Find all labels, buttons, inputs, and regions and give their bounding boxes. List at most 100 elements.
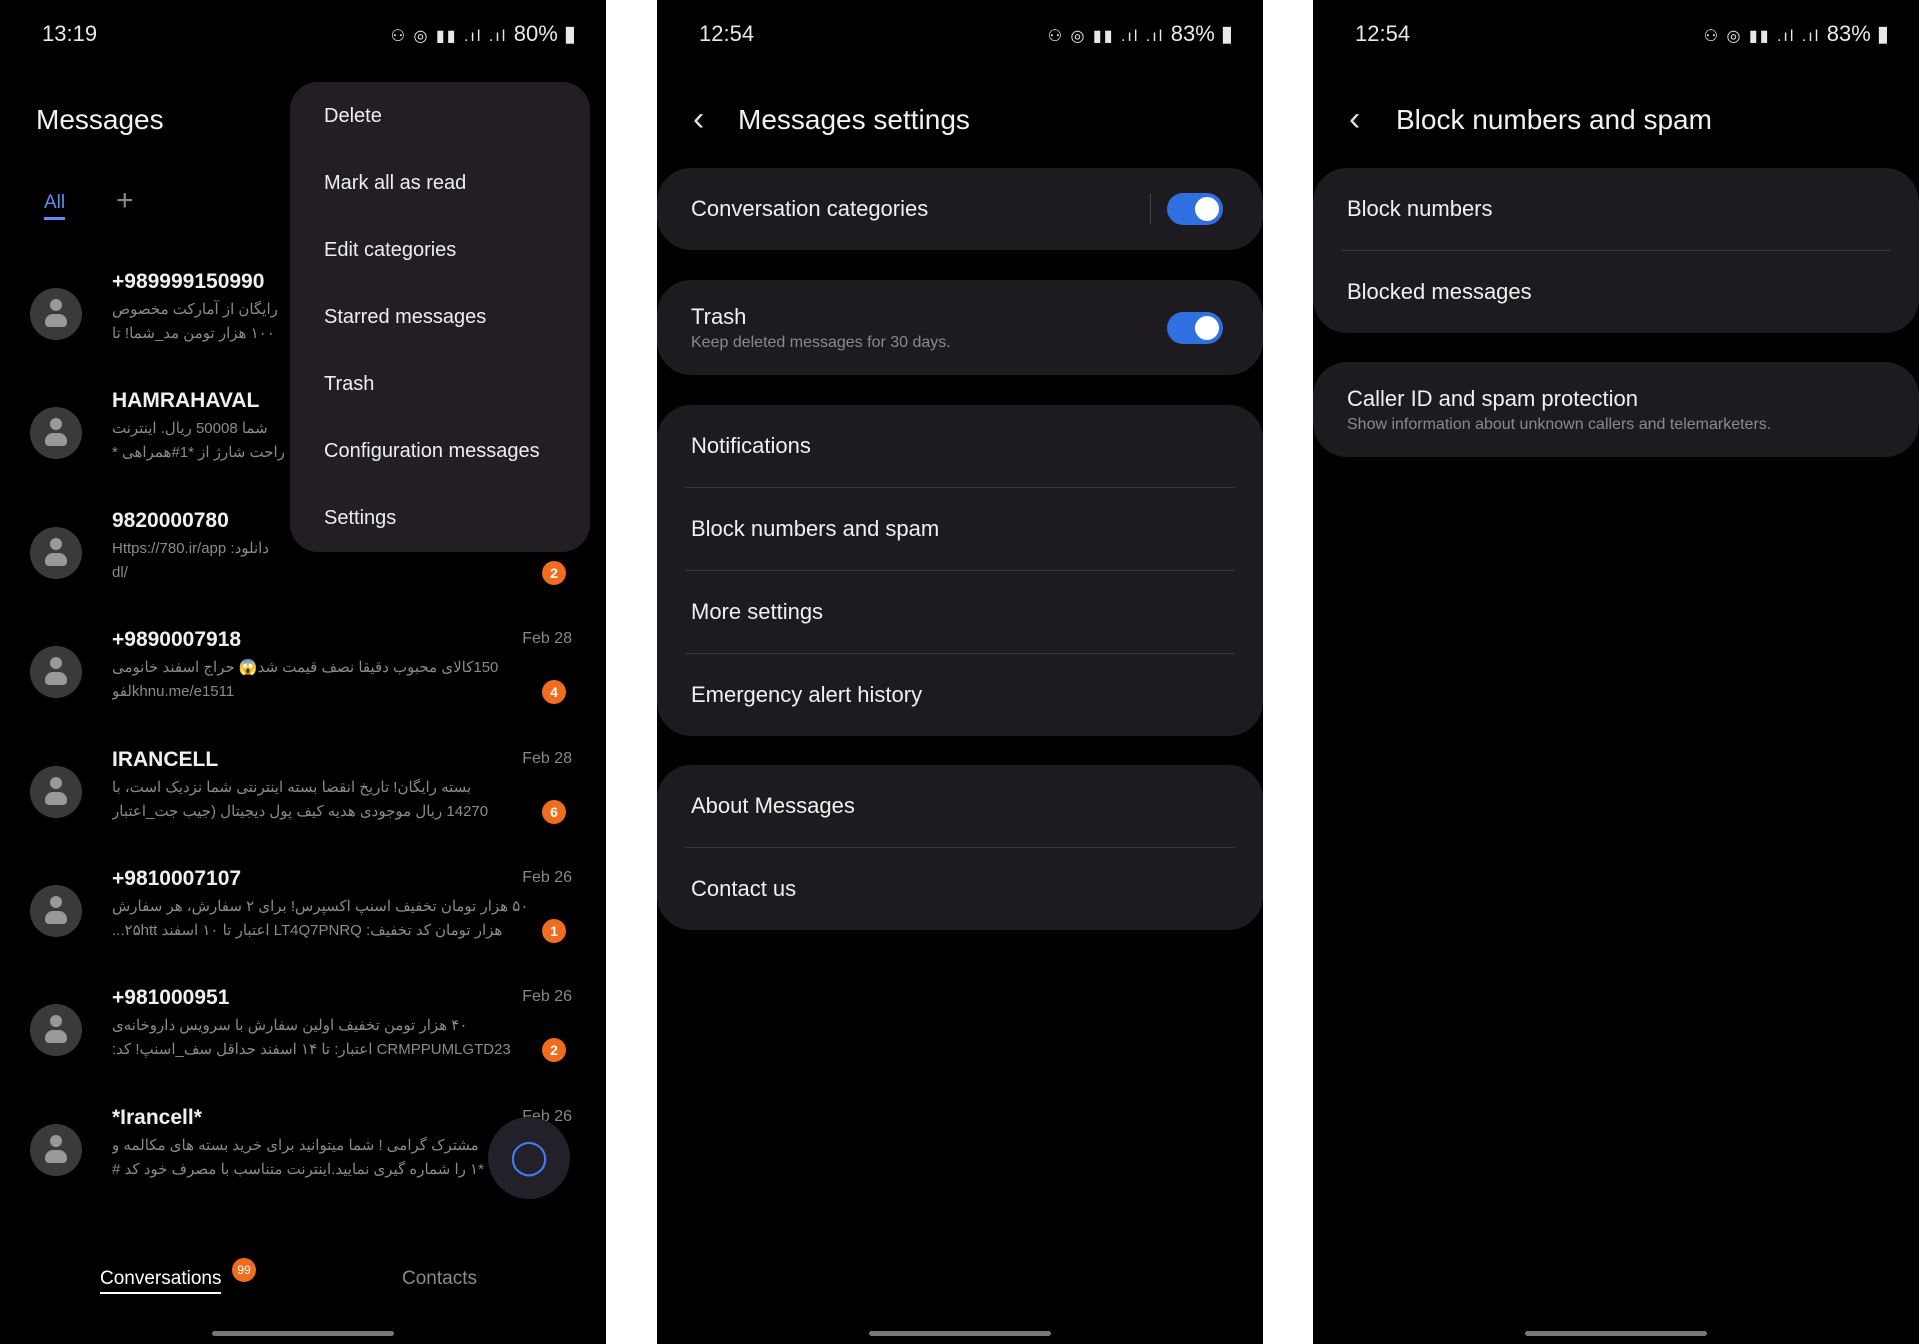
- setting-description: Show information about unknown callers a…: [1347, 415, 1772, 433]
- nav-contacts[interactable]: Contacts: [402, 1268, 477, 1290]
- person-icon: [50, 776, 62, 789]
- unread-count-badge: 6: [542, 799, 566, 824]
- message-date: Feb 26: [522, 869, 572, 886]
- block-numbers-setting[interactable]: Block numbers: [1313, 168, 1919, 250]
- gesture-handle: [212, 1331, 394, 1336]
- about-messages-setting[interactable]: About Messages: [657, 765, 1263, 847]
- divider: [1150, 194, 1151, 224]
- message-preview: بسته رایگان! تاریخ انقضا بسته اینترنتی ش…: [112, 776, 532, 824]
- overflow-menu: Delete Mark all as read Edit categories …: [290, 82, 590, 552]
- battery-level: 83%: [1826, 21, 1871, 46]
- blocked-messages-setting[interactable]: Blocked messages: [1313, 251, 1919, 333]
- preview-line: khnu.me/e1511لفو: [112, 683, 235, 701]
- trash-setting[interactable]: Trash Keep deleted messages for 30 days.: [657, 280, 1263, 375]
- person-icon: [50, 1015, 62, 1028]
- avatar: [30, 1123, 82, 1176]
- conversation-categories-card: Conversation categories: [657, 168, 1263, 250]
- block-numbers-spam-screen: 12:54 ⚇ ◎ ▮▮ .ıl .ıl 83% ▮ ‹ Block numbe…: [1313, 0, 1919, 1344]
- status-bar: 13:19 ⚇ ◎ ▮▮ .ıl .ıl 80% ▮: [42, 21, 576, 46]
- menu-item-configuration-messages[interactable]: Configuration messages: [290, 435, 590, 502]
- setting-label: Block numbers and spam: [691, 516, 940, 541]
- avatar: [30, 526, 82, 579]
- avatar: [30, 646, 82, 699]
- message-preview: ۴۰ هزار تومن تخفیف اولین سفارش با سرویس …: [112, 1014, 532, 1062]
- menu-item-starred-messages[interactable]: Starred messages: [290, 301, 590, 368]
- sender-name: +981000951: [112, 986, 230, 1010]
- sender-name: 9820000780: [112, 508, 229, 532]
- message-date: Feb 28: [522, 630, 572, 648]
- page-title: Block numbers and spam: [1396, 104, 1712, 135]
- person-icon: [50, 896, 62, 908]
- more-settings-setting[interactable]: More settings: [657, 571, 1263, 653]
- preview-line: ۴۰ هزار تومن تخفیف اولین سفارش با سرویس …: [112, 1017, 468, 1035]
- conversation-row[interactable]: +9890007918 Feb 28 150کالای محبوب دقیقا …: [0, 628, 606, 747]
- avatar: [30, 288, 82, 340]
- preview-line: هزار تومان کد تخفیف: LT4Q7PNRQ اعتبار تا…: [112, 922, 503, 939]
- setting-label: Block numbers: [1347, 196, 1493, 221]
- trash-toggle[interactable]: [1167, 311, 1223, 344]
- conversation-row[interactable]: +981000951 Feb 26 ۴۰ هزار تومن تخفیف اول…: [0, 986, 606, 1105]
- caller-id-spam-setting[interactable]: Caller ID and spam protection Show infor…: [1313, 362, 1919, 457]
- person-icon: [50, 418, 62, 431]
- menu-item-edit-categories[interactable]: Edit categories: [290, 234, 590, 301]
- messages-settings-screen: 12:54 ⚇ ◎ ▮▮ .ıl .ıl 83% ▮ ‹ Messages se…: [657, 0, 1263, 1344]
- person-icon: [50, 537, 62, 550]
- page-title: Messages settings: [738, 104, 970, 135]
- settings-group: Notifications Block numbers and spam Mor…: [657, 405, 1263, 736]
- notifications-setting[interactable]: Notifications: [657, 405, 1263, 487]
- battery-level: 83%: [1170, 21, 1215, 46]
- setting-label: About Messages: [691, 793, 855, 818]
- menu-item-trash[interactable]: Trash: [290, 368, 590, 435]
- contact-us-setting[interactable]: Contact us: [657, 848, 1263, 930]
- menu-item-delete[interactable]: Delete: [290, 100, 590, 167]
- conversation-categories-setting[interactable]: Conversation categories: [657, 168, 1263, 250]
- back-button[interactable]: ‹: [1349, 100, 1360, 139]
- status-bar: 12:54 ⚇ ◎ ▮▮ .ıl .ıl 83% ▮: [699, 21, 1233, 46]
- message-date: Feb 26: [522, 988, 572, 1006]
- trash-card: Trash Keep deleted messages for 30 days.: [657, 280, 1263, 375]
- preview-line: ۵۰ هزار تومان تخفیف اسنپ اکسپرس! برای ۲ …: [112, 898, 529, 915]
- conversation-row[interactable]: +9810007107 Feb 26 ۵۰ هزار تومان تخفیف ا…: [0, 867, 606, 986]
- unread-badge: 99: [232, 1258, 256, 1282]
- message-preview: 150کالای محبوب دقیقا نصف قیمت شد😱 حراج ا…: [112, 656, 532, 704]
- sender-name: +9810007107: [112, 867, 242, 890]
- nav-conversations[interactable]: Conversations: [100, 1268, 222, 1294]
- sender-name: +989999150990: [112, 270, 265, 293]
- avatar: [30, 407, 82, 460]
- block-numbers-spam-setting[interactable]: Block numbers and spam: [657, 488, 1263, 570]
- signal-icons: ⚇ ◎ ▮▮ .ıl .ıl: [390, 28, 514, 45]
- avatar: [30, 885, 82, 937]
- status-time: 12:54: [699, 21, 755, 46]
- message-preview: ۵۰ هزار تومان تخفیف اسنپ اکسپرس! برای ۲ …: [112, 895, 532, 943]
- status-bar: 12:54 ⚇ ◎ ▮▮ .ıl .ıl 83% ▮: [1355, 21, 1889, 46]
- emergency-alert-history-setting[interactable]: Emergency alert history: [657, 654, 1263, 736]
- sender-name: IRANCELL: [112, 747, 219, 771]
- add-category-button[interactable]: +: [116, 184, 134, 218]
- conversation-categories-toggle[interactable]: [1167, 193, 1223, 225]
- chat-icon: ◯: [509, 1138, 549, 1176]
- sender-name: HAMRAHAVAL: [112, 389, 260, 413]
- back-button[interactable]: ‹: [693, 100, 704, 139]
- conversation-row[interactable]: IRANCELL Feb 28 بسته رایگان! تاریخ انقضا…: [0, 748, 606, 867]
- preview-line: مشترک گرامی ! شما میتوانید برای خرید بست…: [112, 1136, 479, 1154]
- preview-line: 14270 ریال موجودی هدیه کیف پول دیجیتال (…: [112, 802, 489, 820]
- gesture-handle: [1525, 1331, 1707, 1336]
- message-date: Feb 28: [522, 749, 572, 767]
- person-icon: [50, 1134, 62, 1147]
- status-time: 12:54: [1355, 21, 1411, 46]
- sender-name: *Irancell*: [112, 1105, 202, 1129]
- new-message-button[interactable]: ◯: [488, 1117, 570, 1199]
- message-preview: مشترک گرامی ! شما میتوانید برای خرید بست…: [112, 1134, 532, 1182]
- page-title: Messages: [36, 104, 164, 135]
- tab-all[interactable]: All: [44, 192, 66, 220]
- person-icon: [50, 299, 62, 311]
- setting-label: Notifications: [691, 433, 811, 458]
- menu-item-mark-all-read[interactable]: Mark all as read: [290, 167, 590, 234]
- unread-count-badge: 2: [542, 1038, 566, 1063]
- setting-label: Blocked messages: [1347, 279, 1532, 304]
- about-group: About Messages Contact us: [657, 765, 1263, 930]
- sender-name: +9890007918: [112, 628, 242, 652]
- avatar: [30, 765, 82, 818]
- menu-item-settings[interactable]: Settings: [290, 502, 590, 569]
- block-group: Block numbers Blocked messages: [1313, 168, 1919, 333]
